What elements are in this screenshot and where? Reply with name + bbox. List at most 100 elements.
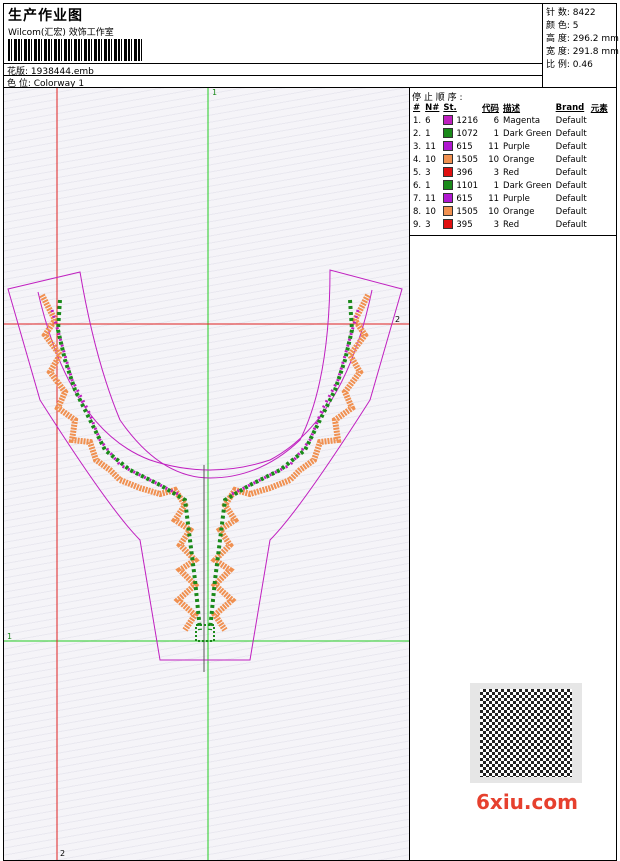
stitch-count: 615 xyxy=(456,193,473,204)
guide-label: 1 xyxy=(7,632,12,641)
code: 11 xyxy=(488,141,500,152)
code: 6 xyxy=(493,115,500,126)
stitch-cell: 1505 xyxy=(441,153,480,166)
brand: Default xyxy=(555,206,587,217)
collar-outline xyxy=(7,269,403,661)
stitch-cell: 395 xyxy=(441,218,480,231)
element-cell xyxy=(589,166,610,179)
description: Purple xyxy=(503,141,530,152)
row-number: 9. xyxy=(413,219,422,230)
row-number: 4. xyxy=(413,154,422,165)
element-cell xyxy=(589,127,610,140)
col-header: St. xyxy=(443,102,457,113)
color-swatch xyxy=(443,128,454,139)
color-swatch xyxy=(443,141,454,152)
code: 1 xyxy=(493,128,500,139)
table-row: 1. 6 1216 6 Magenta Default xyxy=(411,114,610,127)
watermark: 6xiu.com xyxy=(476,790,578,814)
description: Dark Green xyxy=(503,180,552,191)
stitch-band-green-left xyxy=(55,299,202,631)
description: Magenta xyxy=(503,115,541,126)
row-number: 1. xyxy=(413,115,422,126)
needle-number: 6 xyxy=(425,115,431,126)
guide-label: 2 xyxy=(395,315,400,324)
element-cell xyxy=(589,205,610,218)
needle-number: 1 xyxy=(425,128,431,139)
col-header: 描述 xyxy=(503,103,521,114)
brand: Default xyxy=(555,154,587,165)
stitch-count: 1101 xyxy=(456,180,479,191)
brand: Default xyxy=(555,180,587,191)
row-number: 5. xyxy=(413,167,422,178)
description: Dark Green xyxy=(503,128,552,139)
guide-label: 2 xyxy=(60,849,65,858)
needle-number: 3 xyxy=(425,219,431,230)
table-row: 8. 10 1505 10 Orange Default xyxy=(411,205,610,218)
row-number: 3. xyxy=(413,141,422,152)
col-header: # xyxy=(413,102,421,113)
color-swatch xyxy=(443,193,454,204)
stitch-count: 1216 xyxy=(456,115,479,126)
brand: Default xyxy=(555,128,587,139)
stitch-cell: 1505 xyxy=(441,205,480,218)
guide-label: 1 xyxy=(212,88,217,97)
qr-code xyxy=(470,683,582,783)
needle-number: 11 xyxy=(425,193,436,204)
col-header: 代码 xyxy=(482,103,500,114)
qr-pattern xyxy=(480,689,572,777)
needle-number: 1 xyxy=(425,180,431,191)
table-row: 7. 11 615 11 Purple Default xyxy=(411,192,610,205)
code: 3 xyxy=(493,219,500,230)
description: Red xyxy=(503,219,520,230)
table-row: 9. 3 395 3 Red Default xyxy=(411,218,610,231)
element-cell xyxy=(589,140,610,153)
needle-number: 3 xyxy=(425,167,431,178)
code: 3 xyxy=(493,167,500,178)
stitch-count: 1072 xyxy=(456,128,479,139)
stitch-cell: 615 xyxy=(441,192,480,205)
table-row: 6. 1 1101 1 Dark Green Default xyxy=(411,179,610,192)
stitch-count: 396 xyxy=(456,167,473,178)
stop-sequence-table: # N# St. 代码 描述 Brand 元素 1. 6 1216 6 Magenta D… xyxy=(411,101,610,231)
needle-number: 10 xyxy=(425,206,436,217)
code: 10 xyxy=(488,154,500,165)
description: Orange xyxy=(503,154,535,165)
code: 1 xyxy=(493,180,500,191)
code: 11 xyxy=(488,193,500,204)
table-row: 5. 3 396 3 Red Default xyxy=(411,166,610,179)
brand: Default xyxy=(555,193,587,204)
element-cell xyxy=(589,179,610,192)
divider xyxy=(410,235,616,236)
stitch-count: 1505 xyxy=(456,206,479,217)
stitch-band-magenta-left xyxy=(50,309,181,497)
brand: Default xyxy=(555,167,587,178)
col-header: Brand xyxy=(555,102,585,113)
row-number: 6. xyxy=(413,180,422,191)
element-cell xyxy=(589,153,610,166)
stitch-cell: 615 xyxy=(441,140,480,153)
description: Red xyxy=(503,167,520,178)
stitch-count: 615 xyxy=(456,141,473,152)
row-number: 2. xyxy=(413,128,422,139)
needle-number: 11 xyxy=(425,141,436,152)
table-row: 2. 1 1072 1 Dark Green Default xyxy=(411,127,610,140)
description: Orange xyxy=(503,206,535,217)
row-number: 7. xyxy=(413,193,422,204)
col-header: 元素 xyxy=(590,103,608,114)
stitch-cell: 1216 xyxy=(441,114,480,127)
color-swatch xyxy=(443,219,454,230)
table-header-row: # N# St. 代码 描述 Brand 元素 xyxy=(411,101,610,114)
row-number: 8. xyxy=(413,206,422,217)
stitch-count: 1505 xyxy=(456,154,479,165)
color-swatch xyxy=(443,154,454,165)
color-swatch xyxy=(443,206,454,217)
center-motif xyxy=(195,624,215,642)
stitch-count: 395 xyxy=(456,219,473,230)
stitch-cell: 1072 xyxy=(441,127,480,140)
table-row: 3. 11 615 11 Purple Default xyxy=(411,140,610,153)
color-swatch xyxy=(443,115,454,126)
table-row: 4. 10 1505 10 Orange Default xyxy=(411,153,610,166)
element-cell xyxy=(589,192,610,205)
brand: Default xyxy=(555,115,587,126)
stitch-cell: 396 xyxy=(441,166,480,179)
